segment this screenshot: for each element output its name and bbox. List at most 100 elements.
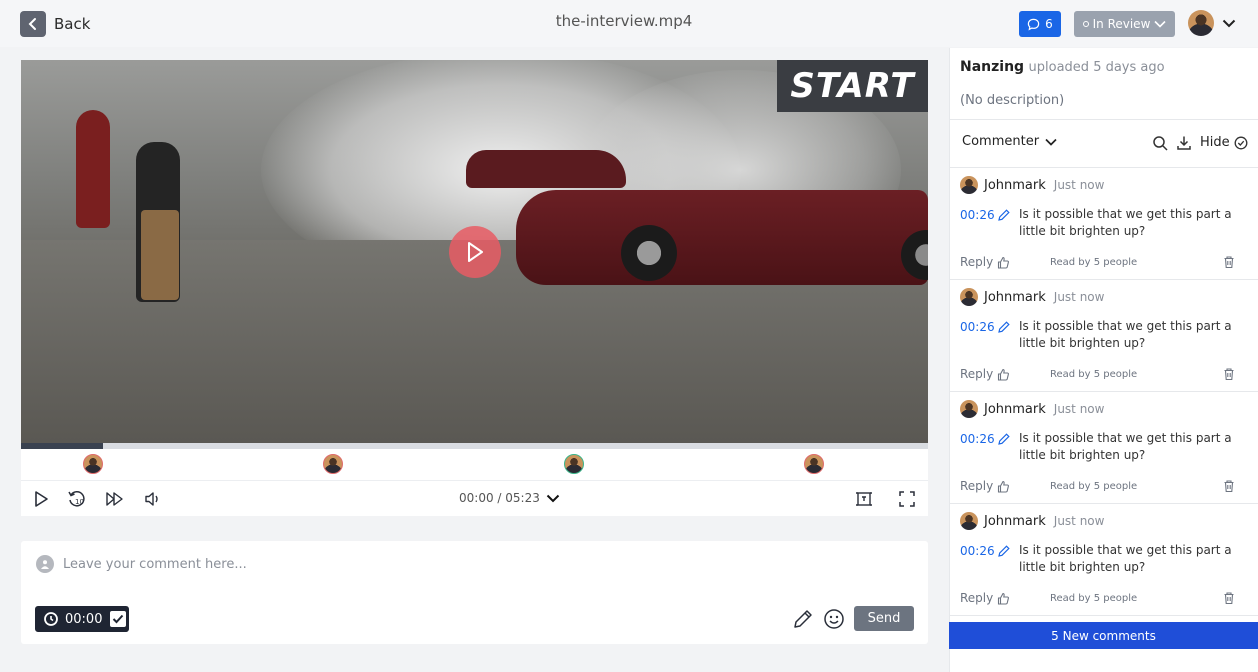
thumbs-up-icon[interactable] <box>997 480 1010 493</box>
volume-button[interactable] <box>143 489 163 509</box>
emoji-button[interactable] <box>822 607 846 631</box>
hide-label: Hide <box>1200 135 1230 150</box>
reply-label: Reply <box>960 367 994 381</box>
hide-resolved-toggle[interactable]: Hide <box>1200 135 1248 150</box>
play-overlay-button[interactable] <box>449 226 501 278</box>
rewind-10-icon: 10 <box>68 491 85 507</box>
reply-button[interactable]: Reply <box>960 367 1010 381</box>
pen-icon <box>998 209 1010 221</box>
player-controls: 10 00:00 / 05:23 <box>21 480 928 516</box>
comment-marker[interactable] <box>804 454 824 474</box>
progress-fill <box>21 443 103 449</box>
pen-icon <box>794 610 812 628</box>
comment-timestamp-link[interactable]: 00:26 <box>960 544 995 558</box>
comment-text: Is it possible that we get this part a l… <box>1019 319 1232 350</box>
chevron-down-icon <box>1222 19 1236 27</box>
forward-button[interactable] <box>105 489 125 509</box>
comment-marker[interactable] <box>83 454 103 474</box>
video-frame[interactable]: START <box>21 60 928 443</box>
comment-author: Johnmark <box>984 177 1046 193</box>
commenter-avatar <box>960 288 978 306</box>
video-player: START 10 00:00 / 05:23 <box>21 60 928 516</box>
trash-icon[interactable] <box>1222 479 1236 493</box>
comment-timestamp-link[interactable]: 00:26 <box>960 320 995 334</box>
comment-item[interactable]: Johnmark Just now 00:26 Is it possible t… <box>950 168 1258 280</box>
user-placeholder-icon <box>36 555 54 573</box>
progress-bar[interactable] <box>21 443 928 449</box>
comment-timestamp-link[interactable]: 00:26 <box>960 208 995 222</box>
comment-marker[interactable] <box>323 454 343 474</box>
trash-icon[interactable] <box>1222 367 1236 381</box>
emoji-icon <box>824 609 844 629</box>
comment-author: Johnmark <box>984 289 1046 305</box>
rewind-10-button[interactable]: 10 <box>67 489 87 509</box>
car-back <box>466 150 626 188</box>
description: (No description) <box>960 93 1065 108</box>
trash-icon[interactable] <box>1222 591 1236 605</box>
fullscreen-button[interactable] <box>897 489 917 509</box>
commenter-filter-dropdown[interactable]: Commenter <box>962 134 1057 149</box>
comments-panel: Nanzing uploaded 5 days ago (No descript… <box>949 48 1258 672</box>
clock-icon <box>44 612 58 626</box>
fullscreen-icon <box>899 491 915 507</box>
uploaded-text: uploaded 5 days ago <box>1028 60 1165 75</box>
download-icon <box>1177 136 1191 150</box>
comment-author: Johnmark <box>984 513 1046 529</box>
checkbox-checked-icon[interactable] <box>110 611 127 627</box>
svg-text:10: 10 <box>75 498 84 506</box>
commenter-avatar <box>960 400 978 418</box>
chevron-down-icon <box>546 494 560 502</box>
comment-time: Just now <box>1053 514 1105 528</box>
time-dropdown[interactable]: 00:00 / 05:23 <box>459 491 560 505</box>
comment-marker[interactable] <box>564 454 584 474</box>
car-body <box>516 190 928 285</box>
search-button[interactable] <box>1151 134 1169 152</box>
person-red-shirt <box>76 110 110 228</box>
read-receipt: Read by 5 people <box>1050 257 1138 268</box>
timestamp-value: 00:00 <box>65 611 103 627</box>
user-menu[interactable] <box>1188 10 1236 36</box>
thumbs-up-icon[interactable] <box>997 592 1010 605</box>
comment-input[interactable] <box>63 552 823 576</box>
read-receipt: Read by 5 people <box>1050 369 1138 380</box>
comment-author: Johnmark <box>984 401 1046 417</box>
chevron-down-icon <box>1045 138 1057 146</box>
trash-icon[interactable] <box>1222 255 1236 269</box>
read-receipt: Read by 5 people <box>1050 593 1138 604</box>
play-icon <box>35 491 48 507</box>
timestamp-toggle[interactable]: 00:00 <box>35 606 129 632</box>
start-sign: START <box>777 60 928 112</box>
comment-text: Is it possible that we get this part a l… <box>1019 207 1232 238</box>
play-icon <box>468 242 483 262</box>
send-button[interactable]: Send <box>854 606 914 631</box>
comment-item[interactable]: Johnmark Just now 00:26 Is it possible t… <box>950 280 1258 392</box>
comment-timestamp-link[interactable]: 00:26 <box>960 432 995 446</box>
fast-forward-icon <box>106 492 123 506</box>
comment-item[interactable]: Johnmark Just now 00:26 Is it possible t… <box>950 392 1258 504</box>
play-button[interactable] <box>31 489 51 509</box>
reply-button[interactable]: Reply <box>960 479 1010 493</box>
read-receipt: Read by 5 people <box>1050 481 1138 492</box>
user-avatar <box>1188 10 1214 36</box>
comments-count-button[interactable]: 6 <box>1019 11 1061 37</box>
new-comments-banner[interactable]: 5 New comments <box>949 622 1258 649</box>
speaker-icon <box>145 492 158 506</box>
uploader-name: Nanzing <box>960 59 1025 75</box>
reply-button[interactable]: Reply <box>960 255 1010 269</box>
comment-time: Just now <box>1053 178 1105 192</box>
download-button[interactable] <box>1175 134 1193 152</box>
pen-icon <box>998 545 1010 557</box>
commenter-avatar <box>960 176 978 194</box>
comment-item[interactable]: Johnmark Just now 00:26 Is it possible t… <box>950 504 1258 616</box>
uploader-line: Nanzing uploaded 5 days ago <box>960 59 1165 75</box>
reply-button[interactable]: Reply <box>960 591 1010 605</box>
thumbs-up-icon[interactable] <box>997 256 1010 269</box>
annotate-pen-button[interactable] <box>791 607 815 631</box>
pen-icon <box>998 321 1010 333</box>
person-camera-legs <box>141 210 179 300</box>
status-dot-icon <box>1082 21 1089 27</box>
status-dropdown[interactable]: In Review <box>1074 11 1175 37</box>
frame-button[interactable] <box>854 489 874 509</box>
thumbs-up-icon[interactable] <box>997 368 1010 381</box>
time-readout: 00:00 / 05:23 <box>459 491 540 505</box>
